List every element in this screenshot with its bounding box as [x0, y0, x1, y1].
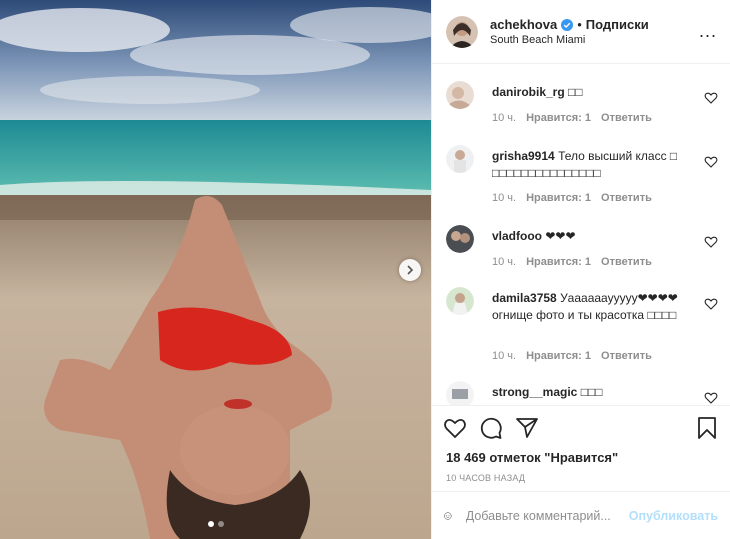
comment-body: strong__magic □□□ [492, 384, 692, 401]
comment-reply-button[interactable]: Ответить [601, 256, 652, 268]
heart-small-icon[interactable] [704, 235, 718, 249]
comment-meta: 10 ч. Нравится: 1 Ответить [492, 256, 652, 268]
more-options-button[interactable]: ... [698, 21, 718, 42]
comment-meta: 10 ч. Нравится: 1 Ответить [492, 112, 652, 124]
share-icon [516, 418, 538, 438]
comment-time[interactable]: 10 ч. [492, 112, 516, 124]
carousel-dot-active [207, 521, 214, 527]
add-comment-input[interactable] [463, 507, 629, 524]
heart-small-icon[interactable] [704, 297, 718, 311]
comment-username[interactable]: danirobik_rg [492, 85, 565, 99]
commenter-avatar[interactable] [446, 287, 474, 315]
like-button[interactable] [442, 415, 468, 441]
carousel-indicator [0, 521, 431, 527]
following-button[interactable]: Подписки [586, 17, 649, 32]
comments-list[interactable]: danirobik_rg □□ 10 ч. Нравится: 1 Ответи… [432, 65, 730, 405]
comment-icon [480, 417, 502, 439]
header-text: achekhova • Подписки South Beach Miami [490, 17, 698, 46]
next-photo-button[interactable] [399, 259, 421, 281]
save-button[interactable] [694, 415, 720, 441]
comment-body: damila3758 Уаааааауyyyy❤❤❤❤ огнище фото … [492, 290, 692, 324]
comment-meta: 10 ч. Нравится: 1 Ответить [492, 350, 652, 362]
beach-photo [0, 0, 431, 539]
publish-button[interactable]: Опубликовать [629, 509, 718, 523]
comment-username[interactable]: grisha9914 [492, 149, 555, 163]
post-location[interactable]: South Beach Miami [490, 34, 698, 46]
comment-time[interactable]: 10 ч. [492, 256, 516, 268]
comment-text: □□ [568, 85, 583, 99]
likes-count[interactable]: 18 469 отметок "Нравится" [432, 450, 730, 465]
comment-likes[interactable]: Нравится: 1 [526, 350, 591, 362]
comment-reply-button[interactable]: Ответить [601, 112, 652, 124]
commenter-avatar[interactable] [446, 225, 474, 253]
post-sidebar: achekhova • Подписки South Beach Miami .… [431, 0, 730, 539]
commenter-avatar[interactable] [446, 81, 474, 109]
carousel-dot [217, 521, 224, 527]
comment-text: □□□ [580, 385, 603, 399]
commenter-avatar[interactable] [446, 381, 474, 405]
comment-time[interactable]: 10 ч. [492, 350, 516, 362]
comment-body: vladfooo ❤❤❤ [492, 228, 692, 245]
author-avatar[interactable] [446, 15, 478, 48]
comment-reply-button[interactable]: Ответить [601, 350, 652, 362]
post-timestamp[interactable]: 10 часов назад [432, 465, 730, 483]
comment-username[interactable]: vladfooo [492, 229, 542, 243]
add-comment-bar: Опубликовать [432, 491, 730, 539]
post-actions: 18 469 отметок "Нравится" 10 часов назад [432, 405, 730, 483]
header-line: achekhova • Подписки [490, 17, 698, 32]
comment-reply-button[interactable]: Ответить [601, 192, 652, 204]
comment-username[interactable]: strong__magic [492, 385, 577, 399]
comment-button[interactable] [478, 415, 504, 441]
comment-time[interactable]: 10 ч. [492, 192, 516, 204]
post-header: achekhova • Подписки South Beach Miami .… [432, 0, 730, 64]
author-username[interactable]: achekhova [490, 17, 557, 32]
heart-small-icon[interactable] [704, 155, 718, 169]
comment-likes[interactable]: Нравится: 1 [526, 256, 591, 268]
comment-likes[interactable]: Нравится: 1 [526, 112, 591, 124]
instagram-post: achekhova • Подписки South Beach Miami .… [0, 0, 730, 539]
share-button[interactable] [514, 415, 540, 441]
save-icon [698, 417, 716, 439]
action-icons [432, 406, 730, 450]
like-icon [444, 418, 466, 439]
verified-badge-icon [561, 18, 574, 31]
header-separator: • [577, 17, 582, 32]
comment-likes[interactable]: Нравится: 1 [526, 192, 591, 204]
comment-meta: 10 ч. Нравится: 1 Ответить [492, 192, 652, 204]
heart-small-icon[interactable] [704, 391, 718, 405]
comment-username[interactable]: damila3758 [492, 291, 557, 305]
emoji-icon[interactable] [444, 504, 452, 528]
post-photo[interactable] [0, 0, 431, 539]
comment-body: danirobik_rg □□ [492, 84, 692, 101]
comment-text: ❤❤❤ [545, 229, 576, 243]
comment-body: grisha9914 Тело высший класс □ □□□□□□□□□… [492, 148, 692, 182]
commenter-avatar[interactable] [446, 145, 474, 173]
chevron-right-icon [407, 265, 414, 275]
heart-small-icon[interactable] [704, 91, 718, 105]
